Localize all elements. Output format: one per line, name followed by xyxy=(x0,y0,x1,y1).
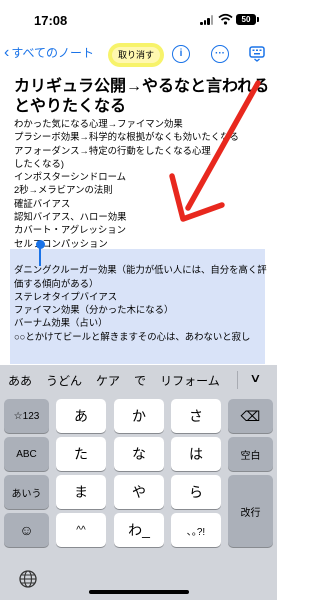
punctuation-key[interactable]: ､｡?! xyxy=(171,513,221,547)
note-line[interactable]: アフォーダンス→特定の行動をしたくなる心理 xyxy=(14,144,276,157)
key-ya[interactable]: や xyxy=(114,475,164,509)
back-button[interactable]: ‹ すべてのノート xyxy=(4,44,94,61)
status-bar: 17:08 50 xyxy=(0,0,277,38)
battery-icon: 50 xyxy=(236,14,256,25)
key-ma[interactable]: ま xyxy=(56,475,106,509)
note-line[interactable]: ○○とかけてビールと解きますその心は、あわないと寂し xyxy=(14,330,276,343)
note-line[interactable]: プラシーボ効果→科学的な根拠がなくも効いたくなる xyxy=(14,130,276,143)
key-ra[interactable]: ら xyxy=(171,475,221,509)
key-ka[interactable]: か xyxy=(114,399,164,433)
candidate-divider xyxy=(237,371,238,389)
keyboard: ああ うどん ケア で リフォーム ∨ ☆123 あ か さ ⌫ ABC た な… xyxy=(0,365,277,600)
delete-key[interactable]: ⌫ xyxy=(228,399,273,433)
note-line[interactable]: ファイマン効果（分かった木になる） xyxy=(14,303,276,316)
globe-icon[interactable] xyxy=(19,570,37,588)
note-line[interactable]: 認知バイアス、ハロー効果 xyxy=(14,210,276,223)
note-line[interactable]: わかった気になる心理→ファイマン効果 xyxy=(14,117,276,130)
kana-key[interactable]: あいう xyxy=(4,475,49,509)
candidate-item[interactable]: リフォーム xyxy=(160,372,220,389)
note-line[interactable]: 2秒→メラビアンの法則 xyxy=(14,183,276,196)
status-time: 17:08 xyxy=(34,13,68,28)
dakuten-key[interactable]: ^^ xyxy=(56,513,106,547)
note-line[interactable]: セルフコンパッション xyxy=(14,237,276,250)
note-line[interactable]: カバート・アグレッション xyxy=(14,223,276,236)
note-body[interactable]: カリギュラ公開→やるなと言われるとやりたくなる わかった気になる心理→ファイマン… xyxy=(14,77,276,343)
note-title[interactable]: カリギュラ公開→やるなと言われるとやりたくなる xyxy=(14,77,276,117)
key-wa[interactable]: わ_ xyxy=(114,513,164,547)
more-icon[interactable]: ··· xyxy=(211,45,229,63)
candidate-item[interactable]: で xyxy=(134,372,146,389)
key-na[interactable]: な xyxy=(114,437,164,471)
key-ta[interactable]: た xyxy=(56,437,106,471)
key-a[interactable]: あ xyxy=(56,399,106,433)
emoji-key[interactable]: ☺ xyxy=(4,513,49,547)
abc-key[interactable]: ABC xyxy=(4,437,49,471)
candidate-item[interactable]: うどん xyxy=(46,372,82,389)
note-line[interactable]: したくなる) xyxy=(14,157,276,170)
candidate-item[interactable]: ああ xyxy=(8,372,32,389)
candidate-bar: ああ うどん ケア で リフォーム xyxy=(0,365,277,395)
note-line[interactable]: バーナム効果（占い） xyxy=(14,316,276,329)
chevron-down-icon[interactable]: ∨ xyxy=(249,371,261,385)
battery-cap xyxy=(257,17,259,22)
space-key[interactable]: 空白 xyxy=(228,437,273,471)
note-line[interactable]: ステレオタイプバイアス xyxy=(14,290,276,303)
keyboard-dismiss-icon[interactable] xyxy=(249,46,265,62)
note-line[interactable] xyxy=(14,250,276,263)
wifi-icon xyxy=(218,13,233,25)
chevron-left-icon: ‹ xyxy=(4,43,10,61)
note-line[interactable]: インポスターシンドローム xyxy=(14,170,276,183)
back-label: すべてのノート xyxy=(11,46,95,60)
numbers-key[interactable]: ☆123 xyxy=(4,399,49,433)
note-line[interactable]: 確証バイアス xyxy=(14,197,276,210)
key-ha[interactable]: は xyxy=(171,437,221,471)
selection-handle[interactable] xyxy=(35,240,45,249)
key-sa[interactable]: さ xyxy=(171,399,221,433)
candidate-item[interactable]: ケア xyxy=(96,372,120,389)
return-key[interactable]: 改行 xyxy=(228,475,273,547)
info-icon[interactable]: i xyxy=(172,45,190,63)
nav-bar: ‹ すべてのノート 取り消す i ··· xyxy=(0,38,277,72)
home-indicator xyxy=(89,590,189,594)
undo-button[interactable]: 取り消す xyxy=(112,47,160,63)
note-line[interactable]: ダニングクルーガー効果（能力が低い人には、自分を高く評価する傾向がある） xyxy=(14,263,276,290)
cellular-signal-icon xyxy=(200,15,214,25)
